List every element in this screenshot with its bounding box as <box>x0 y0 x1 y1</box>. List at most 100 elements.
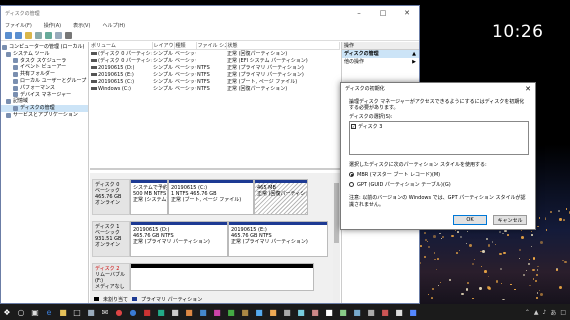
partition[interactable]: システムで予約 500 MB NTFS 正常 (システム) <box>130 179 168 215</box>
app-icon[interactable]: ■ <box>392 304 406 320</box>
tree-item-system-tools[interactable]: システム ツール <box>1 51 88 58</box>
app-icon[interactable]: ● <box>126 304 140 320</box>
app-icon[interactable]: ■ <box>322 304 336 320</box>
performance-icon <box>13 85 18 91</box>
close-icon[interactable]: ✕ <box>521 83 535 95</box>
table-row[interactable]: Windows (C:)シンプルベーシックNTFS 正常 (回復パーティション) <box>90 85 340 92</box>
city-light <box>499 252 502 256</box>
table-row[interactable]: (ディスク 0 パーティション 1)シンプルベーシック 正常 (回復パーティション… <box>90 50 340 57</box>
menu-action[interactable]: 操作(A) <box>44 22 61 29</box>
back-icon[interactable] <box>5 31 12 39</box>
column-header-status[interactable]: 状態 <box>226 42 340 50</box>
toolbar <box>1 30 419 41</box>
partition[interactable]: 20190615 (E:) 465.76 GB NTFS 正常 (プライマリ パ… <box>228 221 328 257</box>
app-icon[interactable]: ■ <box>252 304 266 320</box>
menu-file[interactable]: ファイル(F) <box>5 22 32 29</box>
tree-item-disk-management[interactable]: ディスクの管理 <box>1 105 88 112</box>
table-row[interactable]: (ディスク 0 パーティション 2)シンプルベーシック 正常 (EFI システム … <box>90 57 340 64</box>
tree-item-performance[interactable]: パフォーマンス <box>1 85 88 92</box>
app-icon[interactable]: ■ <box>364 304 378 320</box>
app-icon[interactable]: ■ <box>406 304 420 320</box>
app-icon[interactable]: ■ <box>378 304 392 320</box>
table-cell: シンプル <box>153 65 173 71</box>
radio-selected-icon[interactable] <box>349 172 354 177</box>
app-icon[interactable]: ■ <box>350 304 364 320</box>
app-icon[interactable]: ■ <box>280 304 294 320</box>
column-header-type[interactable]: 種類 <box>174 42 197 50</box>
notification-icon[interactable]: □ <box>560 309 566 316</box>
app-icon[interactable]: ● <box>112 304 126 320</box>
app-icon[interactable]: ■ <box>168 304 182 320</box>
tree-item-root[interactable]: コンピューターの管理 (ローカル) <box>1 44 88 51</box>
gpt-radio[interactable]: GPT (GUID パーティション テーブル)(G) <box>349 181 451 188</box>
window-titlebar[interactable]: ディスクの管理 – □ ✕ <box>1 6 419 20</box>
partition[interactable] <box>130 263 314 291</box>
forward-icon[interactable] <box>15 31 22 39</box>
city-light <box>458 249 460 251</box>
chevron-up-icon[interactable]: ⌃ <box>525 309 530 316</box>
disk-option[interactable]: ✓ ディスク 3 <box>350 122 528 131</box>
column-header-layout[interactable]: レイアウト <box>152 42 175 50</box>
search-icon[interactable]: ○ <box>14 304 28 320</box>
app-icon[interactable]: ■ <box>154 304 168 320</box>
network-icon[interactable]: ▲ <box>534 309 539 316</box>
vertical-scrollbar[interactable] <box>333 173 340 303</box>
dialog-titlebar[interactable]: ディスクの初期化 ✕ <box>341 83 535 95</box>
tree-item-local-users[interactable]: ローカル ユーザーとグループ <box>1 78 88 85</box>
mail-icon[interactable]: ✉ <box>98 304 112 320</box>
disk-label[interactable]: ディスク 2 リムーバブル (F:) メディアなし <box>92 263 130 291</box>
tools-icon <box>6 51 11 57</box>
table-row[interactable]: 20190615 (E:)シンプルベーシックNTFS 正常 (プライマリ パーティ… <box>90 71 340 78</box>
app-icon[interactable]: ■ <box>238 304 252 320</box>
app-icon[interactable]: ■ <box>210 304 224 320</box>
app-icon[interactable]: ■ <box>294 304 308 320</box>
edge-icon[interactable]: e <box>42 304 56 320</box>
explorer-icon[interactable]: ■ <box>56 304 70 320</box>
column-header-filesystem[interactable]: ファイル システム <box>196 42 227 50</box>
ime-icon[interactable]: あ <box>550 308 556 317</box>
checkbox-checked-icon[interactable]: ✓ <box>351 124 356 129</box>
mbr-radio[interactable]: MBR (マスター ブート レコード)(M) <box>349 171 440 178</box>
view-icon[interactable] <box>55 31 62 39</box>
windows-start-icon[interactable]: ❖ <box>0 304 14 320</box>
disk-label[interactable]: ディスク 0 ベーシック 465.76 GB オンライン <box>92 179 130 215</box>
app-icon[interactable]: ■ <box>182 304 196 320</box>
ok-button[interactable]: OK <box>453 215 487 225</box>
app-icon[interactable]: ■ <box>84 304 98 320</box>
app-icon[interactable]: ■ <box>196 304 210 320</box>
menu-help[interactable]: ヘルプ(H) <box>102 22 125 29</box>
disk-icon <box>13 106 18 112</box>
table-row[interactable]: 20190615 (C:)シンプルベーシックNTFS 正常 (ブート, ページ フ… <box>90 78 340 85</box>
properties-icon[interactable] <box>35 31 42 39</box>
minimize-icon[interactable]: – <box>347 6 371 20</box>
app-icon[interactable]: ■ <box>266 304 280 320</box>
app-icon[interactable]: ■ <box>308 304 322 320</box>
task-view-icon[interactable]: ▣ <box>28 304 42 320</box>
help-icon[interactable] <box>45 31 52 39</box>
close-icon[interactable]: ✕ <box>395 6 419 20</box>
disk-label[interactable]: ディスク 1 ベーシック 931.51 GB オンライン <box>92 221 130 257</box>
app-icon[interactable]: ■ <box>140 304 154 320</box>
column-header-volume[interactable]: ボリューム <box>90 42 153 50</box>
action-disk-management[interactable]: ディスクの管理 ▲ <box>342 50 419 58</box>
folder-icon[interactable] <box>25 31 32 39</box>
tree-item-services-apps[interactable]: サービスとアプリケーション <box>1 112 88 119</box>
app-icon[interactable]: ■ <box>224 304 238 320</box>
dialog-note: 注意: 以前のバージョンの Windows では、GPT パーティション スタイ… <box>349 195 526 208</box>
partition[interactable]: 465 MB 正常 (回復パーティション) <box>254 179 308 215</box>
partition[interactable]: 20190615 (D:) 465.76 GB NTFS 正常 (プライマリ パ… <box>130 221 228 257</box>
store-icon[interactable]: □ <box>70 304 84 320</box>
volume-icon[interactable]: ♪ <box>542 309 546 316</box>
partition[interactable]: 20190615 (C:) 1 NTFS 465.76 GB 正常 (ブート, … <box>168 179 254 215</box>
menu-view[interactable]: 表示(V) <box>73 22 90 29</box>
disk-listbox[interactable]: ✓ ディスク 3 <box>349 121 529 155</box>
action-more[interactable]: 他の操作 ▶ <box>342 58 419 66</box>
tree-item-shared-folders[interactable]: 共有フォルダー <box>1 71 88 78</box>
cancel-button[interactable]: キャンセル <box>493 215 527 225</box>
app-icon[interactable]: ■ <box>336 304 350 320</box>
radio-empty-icon[interactable] <box>349 182 354 187</box>
maximize-icon[interactable]: □ <box>371 6 395 20</box>
delete-icon[interactable] <box>65 31 72 39</box>
table-row[interactable]: 20190615 (D:)シンプルベーシックNTFS 正常 (プライマリ パーティ… <box>90 64 340 71</box>
partition-style-label: 選択したディスクに次のパーティション スタイルを使用する: <box>349 162 487 168</box>
